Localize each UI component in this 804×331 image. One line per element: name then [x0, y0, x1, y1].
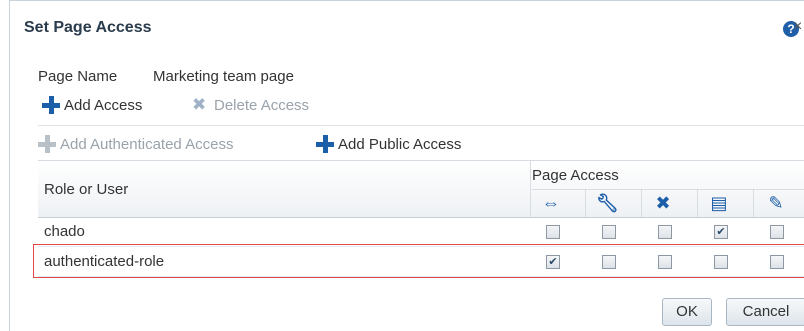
dialog-title: Set Page Access — [24, 19, 152, 36]
set-page-access-dialog: Set Page Access ? × Page Name Marketing … — [9, 0, 804, 331]
plus-icon — [42, 96, 60, 114]
delete-x-icon: ✖ — [655, 193, 671, 213]
column-divider — [530, 161, 531, 217]
checkbox[interactable]: ✔ — [714, 225, 728, 239]
checkbox[interactable] — [658, 225, 672, 239]
toolbar-divider — [38, 125, 804, 126]
page-name-value: Marketing team page — [153, 68, 294, 85]
table-row[interactable]: chado ✔ — [38, 218, 804, 247]
cancel-button[interactable]: Cancel — [726, 298, 804, 326]
plus-icon — [316, 135, 334, 153]
checkbox[interactable] — [602, 225, 616, 239]
add-authenticated-access-label: Add Authenticated Access — [60, 135, 234, 153]
column-divider — [641, 190, 642, 217]
add-access-label: Add Access — [64, 96, 143, 114]
edit-page-icon: ▤ — [710, 193, 728, 213]
close-icon[interactable]: × — [793, 18, 802, 36]
row-highlight-box — [33, 244, 804, 278]
delete-access-label: Delete Access — [214, 96, 310, 114]
add-authenticated-access-button[interactable]: Add Authenticated Access — [38, 135, 233, 153]
column-divider — [697, 190, 698, 217]
table-header: Role or User Page Access ⇔ 🔧︎ ✖ ▤ ✎ — [38, 160, 804, 218]
role-name: chado — [44, 223, 85, 240]
add-public-access-label: Add Public Access — [338, 135, 462, 153]
column-divider — [585, 190, 586, 217]
page-name-label: Page Name — [38, 68, 118, 85]
add-public-access-button[interactable]: Add Public Access — [316, 135, 461, 153]
header-divider — [532, 189, 804, 190]
ok-button[interactable]: OK — [662, 298, 712, 326]
delete-icon: ✖ — [192, 95, 207, 114]
checkbox[interactable] — [546, 225, 560, 239]
checkbox[interactable] — [770, 225, 784, 239]
wrench-icon: 🔧︎ — [596, 193, 619, 213]
add-access-button[interactable]: Add Access — [42, 96, 142, 114]
page-access-header: Page Access — [532, 167, 619, 184]
link-icon: ⇔ — [542, 193, 560, 213]
role-or-user-header[interactable]: Role or User — [44, 181, 128, 198]
delete-access-button[interactable]: ✖ Delete Access — [192, 96, 309, 114]
column-divider — [753, 190, 754, 217]
plus-icon — [38, 135, 56, 153]
pencil-icon: ✎ — [768, 193, 784, 213]
